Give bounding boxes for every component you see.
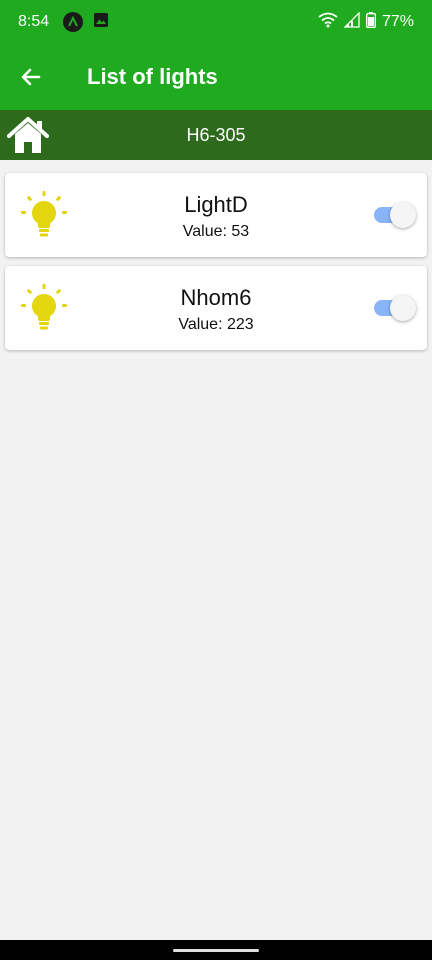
- back-button[interactable]: [0, 44, 62, 110]
- toggle-thumb: [390, 202, 416, 228]
- light-card[interactable]: LightD Value: 53: [5, 173, 427, 257]
- light-name: LightD: [184, 192, 248, 217]
- light-card[interactable]: Nhom6 Value: 223: [5, 266, 427, 350]
- battery-percent: 77%: [381, 13, 414, 30]
- signal-icon: [343, 10, 360, 33]
- toggle-thumb: [390, 295, 416, 321]
- wifi-icon: [318, 12, 338, 33]
- light-name: Nhom6: [180, 285, 252, 310]
- status-time: 8:54: [18, 13, 50, 30]
- app-a-icon: [63, 12, 84, 32]
- battery-icon: [365, 11, 376, 33]
- light-toggle[interactable]: [374, 294, 416, 322]
- light-value: Value: 53: [182, 223, 250, 240]
- system-nav-bar: [0, 940, 432, 960]
- room-name: H6-305: [186, 125, 246, 145]
- page-title: List of lights: [87, 64, 218, 89]
- arrow-left-icon: [21, 68, 41, 86]
- light-value: Value: 223: [178, 316, 254, 333]
- room-header: H6-305: [0, 110, 432, 160]
- status-bar: 8:54 77%: [0, 0, 432, 44]
- light-toggle[interactable]: [374, 201, 416, 229]
- status-right: 77%: [318, 10, 414, 33]
- gallery-icon: [93, 12, 109, 33]
- app-bar: List of lights: [0, 44, 432, 110]
- home-gesture-handle[interactable]: [173, 949, 259, 952]
